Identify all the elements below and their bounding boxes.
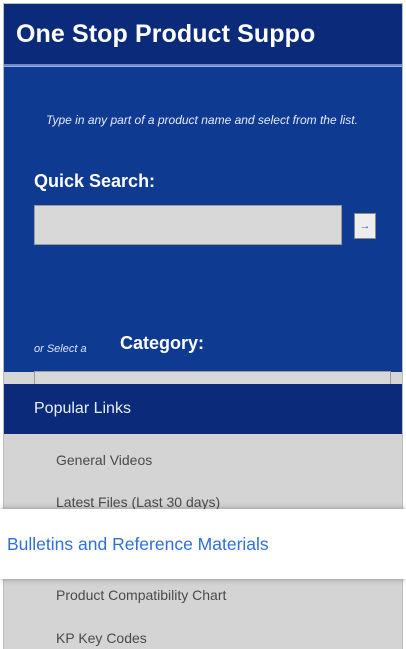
search-hint: Type in any part of a product name and s…	[46, 113, 358, 127]
quick-search-go-button[interactable]: →	[354, 213, 376, 239]
popular-links-header: Popular Links	[4, 384, 402, 434]
or-select-text: or Select a	[34, 343, 87, 355]
link-latest-files[interactable]: Latest Files (Last 30 days)	[56, 494, 220, 510]
search-panel: Type in any part of a product name and s…	[4, 66, 402, 407]
widget-header: One Stop Product Suppo	[4, 4, 402, 66]
link-general-videos[interactable]: General Videos	[56, 452, 152, 468]
arrow-right-icon: →	[359, 220, 371, 232]
link-bulletins-and-reference-materials[interactable]: Bulletins and Reference Materials	[0, 509, 406, 579]
link-kp-key-codes[interactable]: KP Key Codes	[56, 630, 147, 646]
category-label: Category:	[120, 333, 205, 353]
quick-search-input[interactable]	[34, 205, 342, 245]
widget-title: One Stop Product Suppo	[16, 19, 316, 48]
link-bulletins-label: Bulletins and Reference Materials	[7, 533, 269, 554]
popular-links-title: Popular Links	[34, 400, 131, 417]
quick-search-label: Quick Search:	[34, 171, 156, 191]
link-product-compatibility-chart[interactable]: Product Compatibility Chart	[56, 587, 226, 603]
